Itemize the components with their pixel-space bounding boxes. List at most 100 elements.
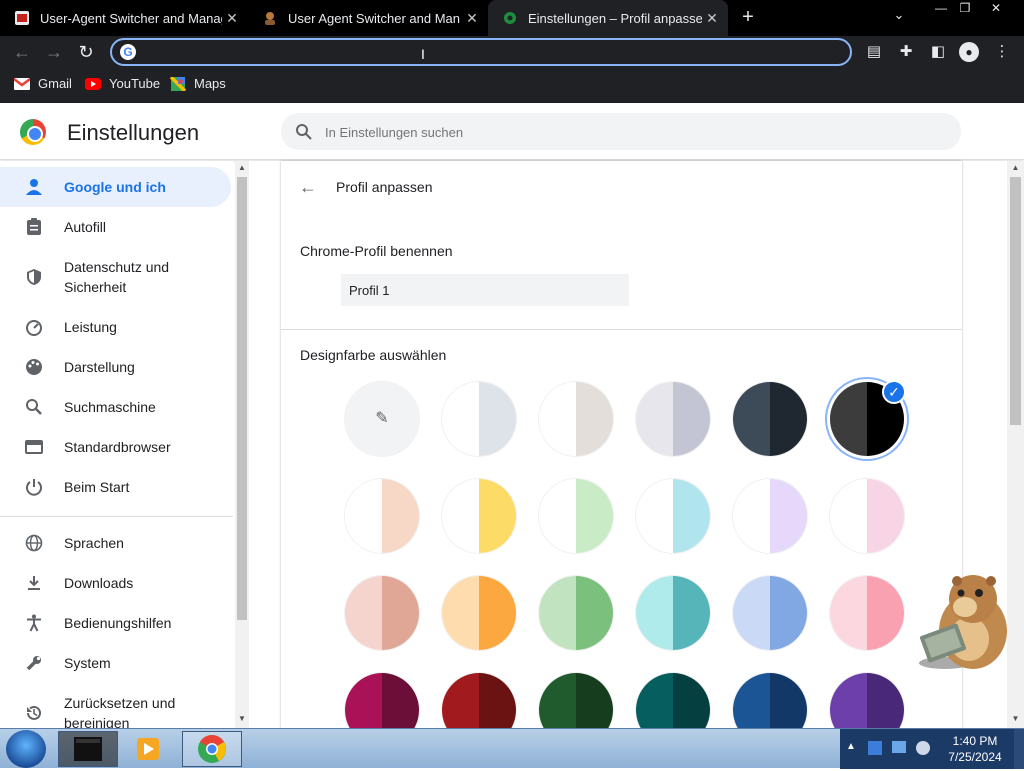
sidebar-item-bedienungshilfen[interactable]: Bedienungshilfen [0, 603, 231, 643]
clock-time: 1:40 PM [952, 734, 998, 748]
sidebar-item-label: Standardbrowser [64, 439, 171, 455]
extensions-puzzle-icon[interactable]: ✚ [896, 42, 916, 62]
color-swatch[interactable] [636, 382, 710, 456]
color-swatch[interactable] [733, 479, 807, 553]
power-icon [24, 477, 44, 497]
tab-title: Einstellungen – Profil anpassen [528, 10, 702, 26]
color-swatch[interactable] [733, 382, 807, 456]
sidebar-item-sprachen[interactable]: Sprachen [0, 523, 231, 563]
color-swatch[interactable] [636, 479, 710, 553]
sidebar-item-beim-start[interactable]: Beim Start [0, 467, 231, 507]
tab-settings-profile[interactable]: Einstellungen – Profil anpassen ✕ [488, 0, 728, 36]
sidebar-item-leistung[interactable]: Leistung [0, 307, 231, 347]
search-input[interactable] [325, 121, 925, 143]
profile-name-field[interactable] [341, 274, 629, 306]
start-orb-icon[interactable] [6, 730, 46, 768]
sidebar-item-system[interactable]: System [0, 643, 231, 683]
scroll-down-arrow-icon[interactable]: ▼ [237, 714, 247, 723]
profile-avatar-icon[interactable]: ● [959, 42, 979, 62]
taskbar-clock[interactable]: 1:40 PM 7/25/2024 [940, 733, 1010, 765]
close-window-button[interactable]: ✕ [976, 0, 1016, 18]
bookmark-gmail[interactable]: Gmail [14, 76, 72, 91]
color-swatch[interactable] [733, 576, 807, 650]
sidebar-scrollbar[interactable]: ▲ ▼ [235, 161, 249, 728]
tray-expand-icon[interactable]: ▲ [846, 741, 856, 752]
bookmark-youtube[interactable]: YouTube [85, 76, 160, 91]
side-panel-icon[interactable]: ◧ [928, 42, 948, 62]
accessibility-icon [24, 613, 44, 633]
color-swatch[interactable]: ✓ [830, 380, 906, 456]
settings-header: Einstellungen [0, 103, 1024, 160]
tab-user-agent-switcher-2[interactable]: User Agent Switcher and Man ✕ [248, 0, 488, 36]
text-cursor-icon: I [421, 46, 425, 62]
omnibox[interactable]: G [110, 38, 852, 66]
network-icon[interactable] [892, 741, 906, 753]
browser-icon [24, 437, 44, 457]
color-swatch[interactable] [636, 576, 710, 650]
tab-title: User Agent Switcher and Man [288, 10, 460, 26]
sidebar-item-downloads[interactable]: Downloads [0, 563, 231, 603]
color-swatch[interactable] [830, 576, 904, 650]
forward-button[interactable]: → [42, 40, 66, 64]
color-swatch[interactable] [830, 479, 904, 553]
color-swatch[interactable] [442, 382, 516, 456]
volume-icon[interactable] [916, 741, 930, 755]
taskbar-app-media[interactable] [120, 731, 178, 767]
palette-icon [24, 357, 44, 377]
sidebar-item-darstellung[interactable]: Darstellung [0, 347, 231, 387]
scroll-up-arrow-icon[interactable]: ▲ [237, 163, 247, 172]
chrome-logo-icon [20, 119, 46, 145]
tab-close-icon[interactable]: ✕ [702, 10, 722, 27]
sidebar-item-datenschutz[interactable]: Datenschutz und Sicherheit [0, 247, 231, 307]
hamster-sticker-image [919, 575, 1007, 669]
reading-mode-icon[interactable]: ▤ [864, 42, 884, 62]
scroll-down-arrow-icon[interactable]: ▼ [1010, 714, 1021, 723]
minimize-button[interactable]: — [928, 0, 954, 18]
main-scrollbar[interactable]: ▲ ▼ [1007, 161, 1024, 728]
sidebar-item-standardbrowser[interactable]: Standardbrowser [0, 427, 231, 467]
clipboard-icon [24, 217, 44, 237]
color-swatch[interactable] [442, 479, 516, 553]
selected-check-icon: ✓ [882, 380, 906, 404]
color-swatch[interactable] [539, 382, 613, 456]
bookmarks-bar: Gmail YouTube Maps [0, 68, 1024, 103]
color-swatch[interactable] [345, 576, 419, 650]
scroll-up-arrow-icon[interactable]: ▲ [1010, 163, 1021, 172]
history-icon [24, 703, 44, 723]
tab-close-icon[interactable]: ✕ [462, 10, 482, 27]
new-tab-button[interactable]: + [738, 6, 758, 28]
restore-button[interactable]: ❐ [952, 0, 978, 18]
tab-user-agent-switcher[interactable]: User-Agent Switcher and Manag ✕ [0, 0, 248, 36]
reload-button[interactable]: ↻ [74, 40, 98, 64]
color-swatch[interactable] [442, 576, 516, 650]
sidebar-item-autofill[interactable]: Autofill [0, 207, 231, 247]
sidebar-item-zuruecksetzen[interactable]: Zurücksetzen und bereinigen [0, 683, 231, 728]
gauge-icon [24, 317, 44, 337]
back-arrow-icon[interactable]: ← [299, 177, 319, 197]
person-icon [24, 177, 44, 197]
tab-close-icon[interactable]: ✕ [222, 10, 242, 27]
user-agent-favicon-icon [265, 12, 275, 25]
bookmark-maps[interactable]: Maps [170, 76, 226, 91]
sidebar-item-label: Zurücksetzen und bereinigen [64, 695, 176, 728]
settings-search[interactable] [281, 113, 961, 150]
color-swatch[interactable] [539, 479, 613, 553]
sidebar-item-suchmaschine[interactable]: Suchmaschine [0, 387, 231, 427]
search-icon [24, 397, 44, 417]
taskbar-app-terminal[interactable] [58, 731, 118, 767]
scrollbar-thumb[interactable] [1010, 177, 1021, 425]
menu-kebab-icon[interactable]: ⋮ [992, 42, 1012, 62]
wrench-icon [24, 653, 44, 673]
tab-search-chevron-icon[interactable]: ⌄ [886, 7, 912, 25]
taskbar-app-chrome[interactable] [182, 731, 242, 767]
back-button[interactable]: ← [10, 40, 34, 64]
scrollbar-thumb[interactable] [237, 177, 247, 620]
color-swatch[interactable]: ✎ [345, 382, 419, 456]
show-desktop-button[interactable] [1014, 729, 1024, 769]
sidebar-item-google-und-ich[interactable]: Google und ich [0, 167, 231, 207]
color-swatch[interactable] [539, 576, 613, 650]
media-player-icon [137, 738, 159, 760]
color-swatch[interactable] [345, 479, 419, 553]
bookmark-label: YouTube [109, 76, 161, 91]
tray-app-icon[interactable] [868, 741, 882, 755]
